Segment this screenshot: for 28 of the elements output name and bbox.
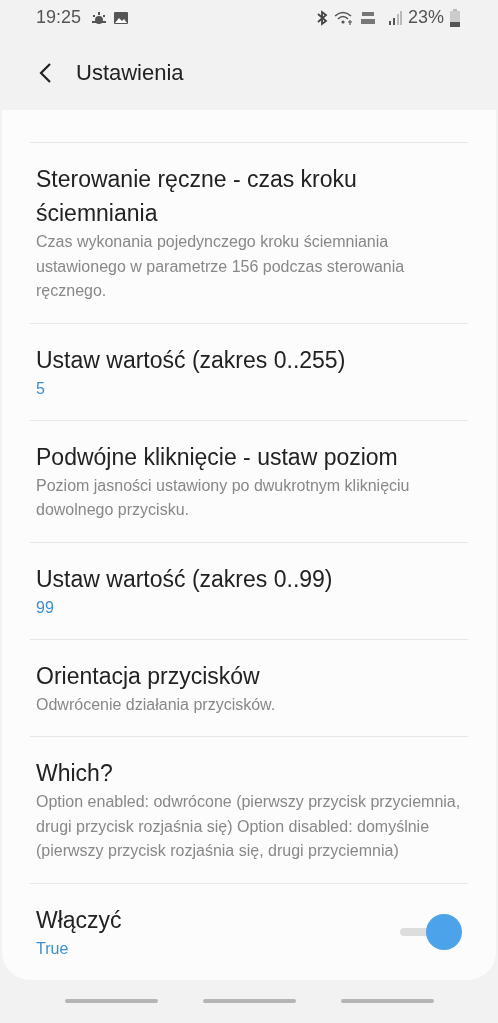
weather-icon	[91, 10, 108, 25]
setting-title[interactable]: Sterowanie ręczne - czas kroku ściemniania	[36, 162, 462, 230]
setting-description: Odwrócenie działania przycisków.	[36, 694, 277, 715]
setting-description: Option enabled: odwrócone (pierwszy przycisk przyciemnia, drugi przycisk rozjaśnia się) Option disabled: domyślnie (pierwszy przycisk rozjaśnia się, drugi przyciemnia)	[36, 792, 462, 861]
page-title: Ustawienia	[76, 59, 184, 86]
setting-value: 5	[36, 378, 46, 399]
setting-title[interactable]: Ustaw wartość (zakres 0..255)	[36, 342, 462, 377]
toggle-switch[interactable]	[400, 913, 462, 950]
setting-title[interactable]: Włączyć	[36, 902, 400, 937]
setting-title[interactable]: Which?	[36, 756, 462, 790]
back-icon[interactable]	[38, 61, 54, 84]
bluetooth-icon	[315, 9, 328, 26]
setting-value: 99	[36, 597, 55, 618]
signal-icon	[387, 10, 402, 25]
setting-description: Czas wykonania pojedynczego kroku ściemniania ustawionego w parametrze 156 podczas sterowania ręcznego.	[36, 232, 406, 301]
wifi-icon	[333, 10, 354, 25]
nav-button[interactable]	[202, 999, 296, 1004]
battery-percent: 23%	[407, 7, 444, 28]
setting-description: Poziom jasności ustawiony po dwukrotnym kliknięciu dowolnego przycisku.	[36, 475, 411, 520]
image-icon	[113, 10, 130, 25]
nav-button[interactable]	[64, 999, 158, 1004]
setting-value: True	[36, 938, 70, 959]
nav-button[interactable]	[340, 999, 434, 1004]
setting-title[interactable]: Podwójne kliknięcie - ustaw poziom	[36, 439, 462, 474]
battery-icon	[450, 8, 460, 27]
status-time: 19:25	[36, 7, 82, 28]
setting-title[interactable]: Ustaw wartość (zakres 0..99)	[36, 561, 462, 596]
setting-title[interactable]: Orientacja przycisków	[36, 658, 462, 693]
